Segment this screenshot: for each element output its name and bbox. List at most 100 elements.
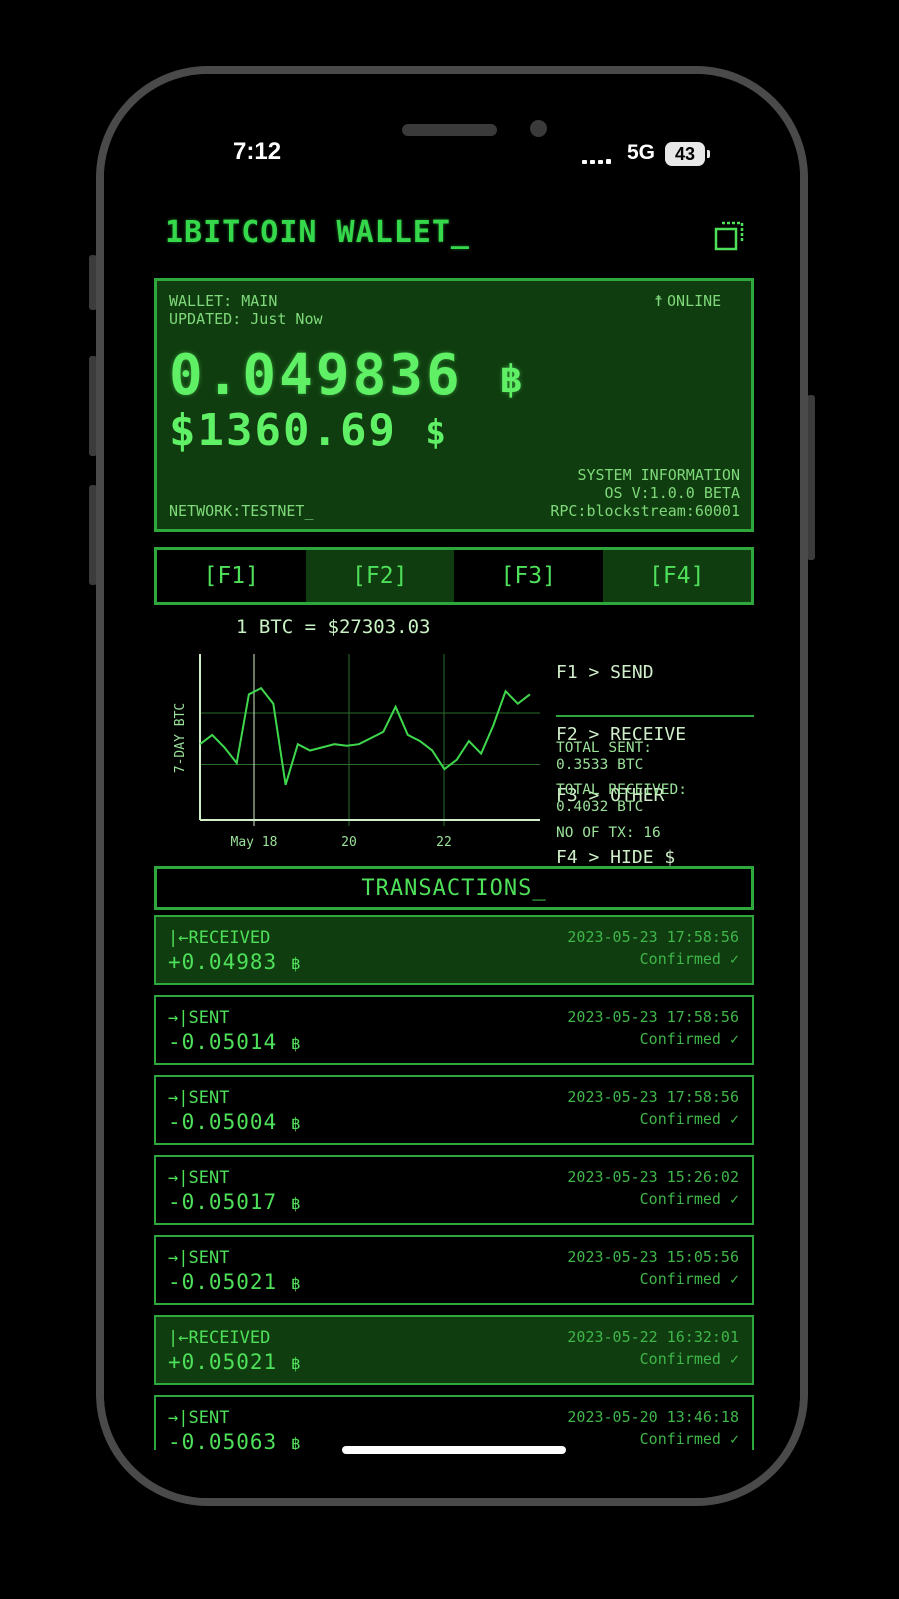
divider <box>556 715 754 717</box>
wallet-updated: UPDATED: Just Now <box>169 310 323 328</box>
f1-send-button[interactable]: [F1] <box>157 550 306 602</box>
btc-symbol-icon: ฿ <box>290 1194 302 1213</box>
x-tick-label: 22 <box>436 835 452 850</box>
tx-type: SENT <box>188 1168 230 1188</box>
tx-type: SENT <box>188 1408 230 1428</box>
tx-date: 2023-05-23 17:58:56 <box>567 1088 739 1106</box>
speaker-pill <box>402 124 497 136</box>
f4-hide-button[interactable]: [F4] <box>602 550 751 602</box>
btc-symbol-icon: ฿ <box>499 356 526 401</box>
stage: 7:12 5G 43 1BITCOIN WALLET_ WALLET: MAIN… <box>0 0 899 1599</box>
x-tick-label: May 18 <box>231 835 278 850</box>
btc-price: 1 BTC = $27303.03 <box>236 616 431 638</box>
os-version: OS V:1.0.0 BETA <box>604 484 740 502</box>
tx-type: SENT <box>188 1248 230 1268</box>
tx-amount-wrap: -0.05021 ฿ <box>168 1270 301 1294</box>
total-sent-label: TOTAL SENT: <box>556 740 653 756</box>
transaction-row[interactable]: |←RECEIVED +0.04983 ฿ 2023-05-23 17:58:56 C… <box>154 915 754 985</box>
function-key-bar: [F1] [F2] [F3] [F4] <box>154 547 754 605</box>
x-tick-labels: May 18 20 22 <box>231 835 452 850</box>
tx-amount: +0.04983 <box>168 950 278 974</box>
transaction-row[interactable]: →|SENT -0.05014 ฿ 2023-05-23 17:58:56 Confi… <box>154 995 754 1065</box>
tx-amount-wrap: -0.05017 ฿ <box>168 1190 301 1214</box>
btc-symbol-icon: ฿ <box>290 1114 302 1133</box>
btc-symbol-icon: ฿ <box>290 1354 302 1373</box>
tx-amount: +0.05021 <box>168 1350 278 1374</box>
tx-date: 2023-05-23 15:05:56 <box>567 1248 739 1266</box>
tx-type: RECEIVED <box>188 1328 271 1348</box>
cellular-signal-icon <box>582 150 616 164</box>
tx-direction: →|SENT <box>168 1168 229 1188</box>
total-received-value: 0.4032 BTC <box>556 799 644 815</box>
tx-amount-wrap: -0.05004 ฿ <box>168 1110 301 1134</box>
menu-send: F1 > SEND <box>556 662 654 683</box>
tx-type: SENT <box>188 1088 230 1108</box>
transaction-row[interactable]: →|SENT -0.05004 ฿ 2023-05-23 17:58:56 Confi… <box>154 1075 754 1145</box>
tx-date: 2023-05-22 16:32:01 <box>567 1328 739 1346</box>
tx-date: 2023-05-23 17:58:56 <box>567 1008 739 1026</box>
status-time: 7:12 <box>233 138 282 165</box>
transaction-row[interactable]: →|SENT -0.05021 ฿ 2023-05-23 15:05:56 Confi… <box>154 1235 754 1305</box>
btc-symbol-icon: ฿ <box>290 1274 302 1293</box>
transaction-row[interactable]: →|SENT -0.05017 ฿ 2023-05-23 15:26:02 Confi… <box>154 1155 754 1225</box>
battery-level: 43 <box>674 143 696 164</box>
send-arrow-icon: →| <box>168 1088 189 1108</box>
tx-amount: -0.05004 <box>168 1110 278 1134</box>
tx-direction: →|SENT <box>168 1008 229 1028</box>
tx-type: SENT <box>188 1008 230 1028</box>
usd-balance-value: $1360.69 <box>169 405 397 456</box>
transaction-row[interactable]: |←RECEIVED +0.05021 ฿ 2023-05-22 16:32:01 C… <box>154 1315 754 1385</box>
home-indicator[interactable] <box>342 1446 566 1454</box>
system-info-title: SYSTEM INFORMATION <box>577 466 740 484</box>
person-icon: ☨ <box>654 292 664 310</box>
send-arrow-icon: →| <box>168 1248 189 1268</box>
transactions-header: TRANSACTIONS_ <box>154 866 754 910</box>
tx-amount-wrap: +0.05021 ฿ <box>168 1350 301 1374</box>
menu-hide: F4 > HIDE $ <box>556 846 676 868</box>
f2-receive-button[interactable]: [F2] <box>305 550 454 602</box>
tx-direction: |←RECEIVED <box>168 928 270 948</box>
battery-icon: 43 <box>665 142 710 166</box>
tx-type: RECEIVED <box>188 928 271 948</box>
receive-arrow-icon: |← <box>168 1328 189 1348</box>
btc-balance: 0.049836 ฿ <box>169 344 525 411</box>
price-line <box>199 686 531 786</box>
online-status: ☨ ONLINE <box>654 292 721 310</box>
usd-symbol-icon: $ <box>425 413 448 453</box>
tx-amount-wrap: -0.05063 ฿ <box>168 1430 301 1450</box>
tx-date: 2023-05-23 17:58:56 <box>567 928 739 946</box>
tx-status: Confirmed ✓ <box>639 1030 739 1048</box>
tx-amount: -0.05021 <box>168 1270 278 1294</box>
tx-amount: -0.05017 <box>168 1190 278 1214</box>
btc-balance-value: 0.049836 <box>169 343 463 408</box>
btc-symbol-icon: ฿ <box>290 954 302 973</box>
menu-icon[interactable] <box>712 219 746 253</box>
y-axis-label: 7-DAY BTC <box>173 703 188 773</box>
x-tick-label: 20 <box>341 835 357 850</box>
tx-status: Confirmed ✓ <box>639 1110 739 1128</box>
tx-amount-wrap: -0.05014 ฿ <box>168 1030 301 1054</box>
front-camera <box>530 120 547 137</box>
btc-symbol-icon: ฿ <box>290 1034 302 1053</box>
transaction-row[interactable]: →|SENT -0.05063 ฿ 2023-05-20 13:46:18 Confi… <box>154 1395 754 1450</box>
online-label: ONLINE <box>667 292 722 310</box>
tx-direction: →|SENT <box>168 1088 229 1108</box>
tx-amount: -0.05014 <box>168 1030 278 1054</box>
tx-status: Confirmed ✓ <box>639 1350 739 1368</box>
btc-symbol-icon: ฿ <box>290 1434 302 1450</box>
tx-direction: |←RECEIVED <box>168 1328 270 1348</box>
tx-count: NO OF TX: 16 <box>556 825 661 841</box>
tx-status: Confirmed ✓ <box>639 1190 739 1208</box>
rpc-endpoint: RPC:blockstream:60001 <box>550 502 740 520</box>
price-chart: 7-DAY BTC May 18 20 22 <box>173 654 540 850</box>
f3-other-button[interactable]: [F3] <box>454 550 603 602</box>
total-sent-value: 0.3533 BTC <box>556 757 644 773</box>
tx-amount-wrap: +0.04983 ฿ <box>168 950 301 974</box>
send-arrow-icon: →| <box>168 1408 189 1428</box>
tx-date: 2023-05-20 13:46:18 <box>567 1408 739 1426</box>
send-arrow-icon: →| <box>168 1008 189 1028</box>
tx-status: Confirmed ✓ <box>639 950 739 968</box>
transaction-list[interactable]: |←RECEIVED +0.04983 ฿ 2023-05-23 17:58:56 C… <box>154 915 754 1450</box>
network-label: NETWORK:TESTNET_ <box>169 502 314 520</box>
tx-status: Confirmed ✓ <box>639 1430 739 1448</box>
